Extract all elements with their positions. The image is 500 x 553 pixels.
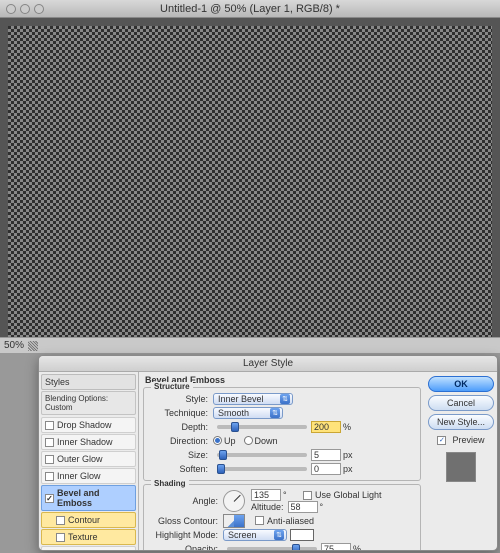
styles-sidebar: Styles Blending Options: Custom Drop Sha… [39, 372, 139, 550]
sidebar-item-contour[interactable]: Contour [41, 512, 136, 528]
highlight-mode-label: Highlight Mode: [149, 530, 223, 540]
gloss-contour-label: Gloss Contour: [149, 516, 223, 526]
direction-up-radio[interactable] [213, 436, 222, 445]
altitude-input[interactable]: 58 [288, 501, 318, 513]
sidebar-item-drop-shadow[interactable]: Drop Shadow [41, 417, 136, 433]
cancel-button[interactable]: Cancel [428, 395, 494, 411]
radio-label: Up [224, 436, 236, 446]
highlight-opacity-input[interactable]: 75 [321, 543, 351, 551]
highlight-color-swatch[interactable] [290, 529, 314, 541]
grip-icon [28, 341, 38, 351]
direction-label: Direction: [149, 436, 213, 446]
structure-group: Structure Style:Inner Bevel⇅ Technique:S… [143, 387, 421, 481]
highlight-mode-dropdown[interactable]: Screen⇅ [223, 529, 287, 541]
checkbox-icon[interactable] [45, 455, 54, 464]
ok-button[interactable]: OK [428, 376, 494, 392]
sidebar-item-label: Outer Glow [57, 454, 103, 464]
sidebar-item-label: Inner Shadow [57, 437, 113, 447]
unit-label: px [343, 450, 357, 460]
sidebar-item-label: Contour [68, 515, 100, 525]
sidebar-item-label: Texture [68, 532, 98, 542]
unit-label: % [343, 422, 357, 432]
chevron-down-icon [234, 515, 244, 527]
soften-input[interactable]: 0 [311, 463, 341, 475]
sidebar-item-label: Drop Shadow [57, 420, 112, 430]
size-label: Size: [149, 450, 213, 460]
technique-label: Technique: [149, 408, 213, 418]
depth-slider[interactable] [217, 425, 307, 429]
layer-style-dialog: Layer Style Styles Blending Options: Cus… [38, 355, 498, 551]
dialog-title: Layer Style [39, 356, 497, 372]
checkbox-icon[interactable] [45, 550, 54, 551]
panel-main: Bevel and Emboss Structure Style:Inner B… [139, 372, 425, 550]
group-title: Structure [151, 382, 193, 391]
angle-dial[interactable] [223, 490, 245, 512]
highlight-opacity-label: Opacity: [149, 544, 223, 551]
depth-input[interactable]: 200 [311, 421, 341, 433]
document-canvas[interactable] [8, 26, 492, 345]
window-title: Untitled-1 @ 50% (Layer 1, RGB/8) * [0, 3, 500, 15]
checkbox-icon[interactable] [56, 533, 65, 542]
preview-checkbox[interactable]: ✓ [437, 436, 446, 445]
sidebar-item-label: Bevel and Emboss [57, 488, 132, 508]
global-light-checkbox[interactable] [303, 491, 312, 500]
sidebar-item-bevel-emboss[interactable]: ✓Bevel and Emboss [41, 485, 136, 511]
window-titlebar: Untitled-1 @ 50% (Layer 1, RGB/8) * [0, 0, 500, 18]
checkbox-icon[interactable] [45, 421, 54, 430]
sidebar-subheader[interactable]: Blending Options: Custom [41, 391, 136, 415]
sidebar-item-texture[interactable]: Texture [41, 529, 136, 545]
preview-swatch [446, 452, 476, 482]
size-slider[interactable] [217, 453, 307, 457]
soften-label: Soften: [149, 464, 213, 474]
checkbox-icon[interactable]: ✓ [45, 494, 54, 503]
sidebar-item-label: Inner Glow [57, 471, 101, 481]
style-dropdown[interactable]: Inner Bevel⇅ [213, 393, 293, 405]
preview-label: Preview [452, 435, 484, 445]
zoom-level[interactable]: 50% [4, 340, 24, 351]
chevron-updown-icon: ⇅ [274, 530, 284, 540]
sidebar-item-inner-shadow[interactable]: Inner Shadow [41, 434, 136, 450]
shading-group: Shading Angle: 135°Use Global Light Alti… [143, 484, 421, 550]
unit-label: ° [320, 502, 334, 512]
depth-label: Depth: [149, 422, 213, 432]
checkbox-icon[interactable] [56, 516, 65, 525]
sidebar-header[interactable]: Styles [41, 374, 136, 390]
status-bar: 50% [0, 337, 500, 353]
technique-dropdown[interactable]: Smooth⇅ [213, 407, 283, 419]
unit-label: ° [283, 490, 297, 500]
size-input[interactable]: 5 [311, 449, 341, 461]
chevron-updown-icon: ⇅ [270, 408, 280, 418]
sidebar-item-outer-glow[interactable]: Outer Glow [41, 451, 136, 467]
checkbox-label: Anti-aliased [267, 516, 314, 526]
sidebar-item-inner-glow[interactable]: Inner Glow [41, 468, 136, 484]
unit-label: % [353, 544, 367, 551]
chevron-updown-icon: ⇅ [280, 394, 290, 404]
checkbox-label: Use Global Light [315, 490, 382, 500]
group-title: Shading [151, 479, 189, 488]
dialog-buttons: OK Cancel New Style... ✓ Preview [425, 372, 497, 550]
sidebar-item-label: Satin [57, 549, 78, 550]
direction-down-radio[interactable] [244, 436, 253, 445]
checkbox-icon[interactable] [45, 438, 54, 447]
gloss-contour-picker[interactable] [223, 514, 245, 528]
angle-input[interactable]: 135 [251, 489, 281, 501]
canvas-area: 50% [0, 18, 500, 353]
new-style-button[interactable]: New Style... [428, 414, 494, 430]
unit-label: px [343, 464, 357, 474]
altitude-label: Altitude: [251, 502, 284, 512]
style-label: Style: [149, 394, 213, 404]
antialias-checkbox[interactable] [255, 516, 264, 525]
checkbox-icon[interactable] [45, 472, 54, 481]
angle-label: Angle: [149, 496, 223, 506]
highlight-opacity-slider[interactable] [227, 547, 317, 551]
soften-slider[interactable] [217, 467, 307, 471]
sidebar-item-satin[interactable]: Satin [41, 546, 136, 550]
radio-label: Down [255, 436, 278, 446]
